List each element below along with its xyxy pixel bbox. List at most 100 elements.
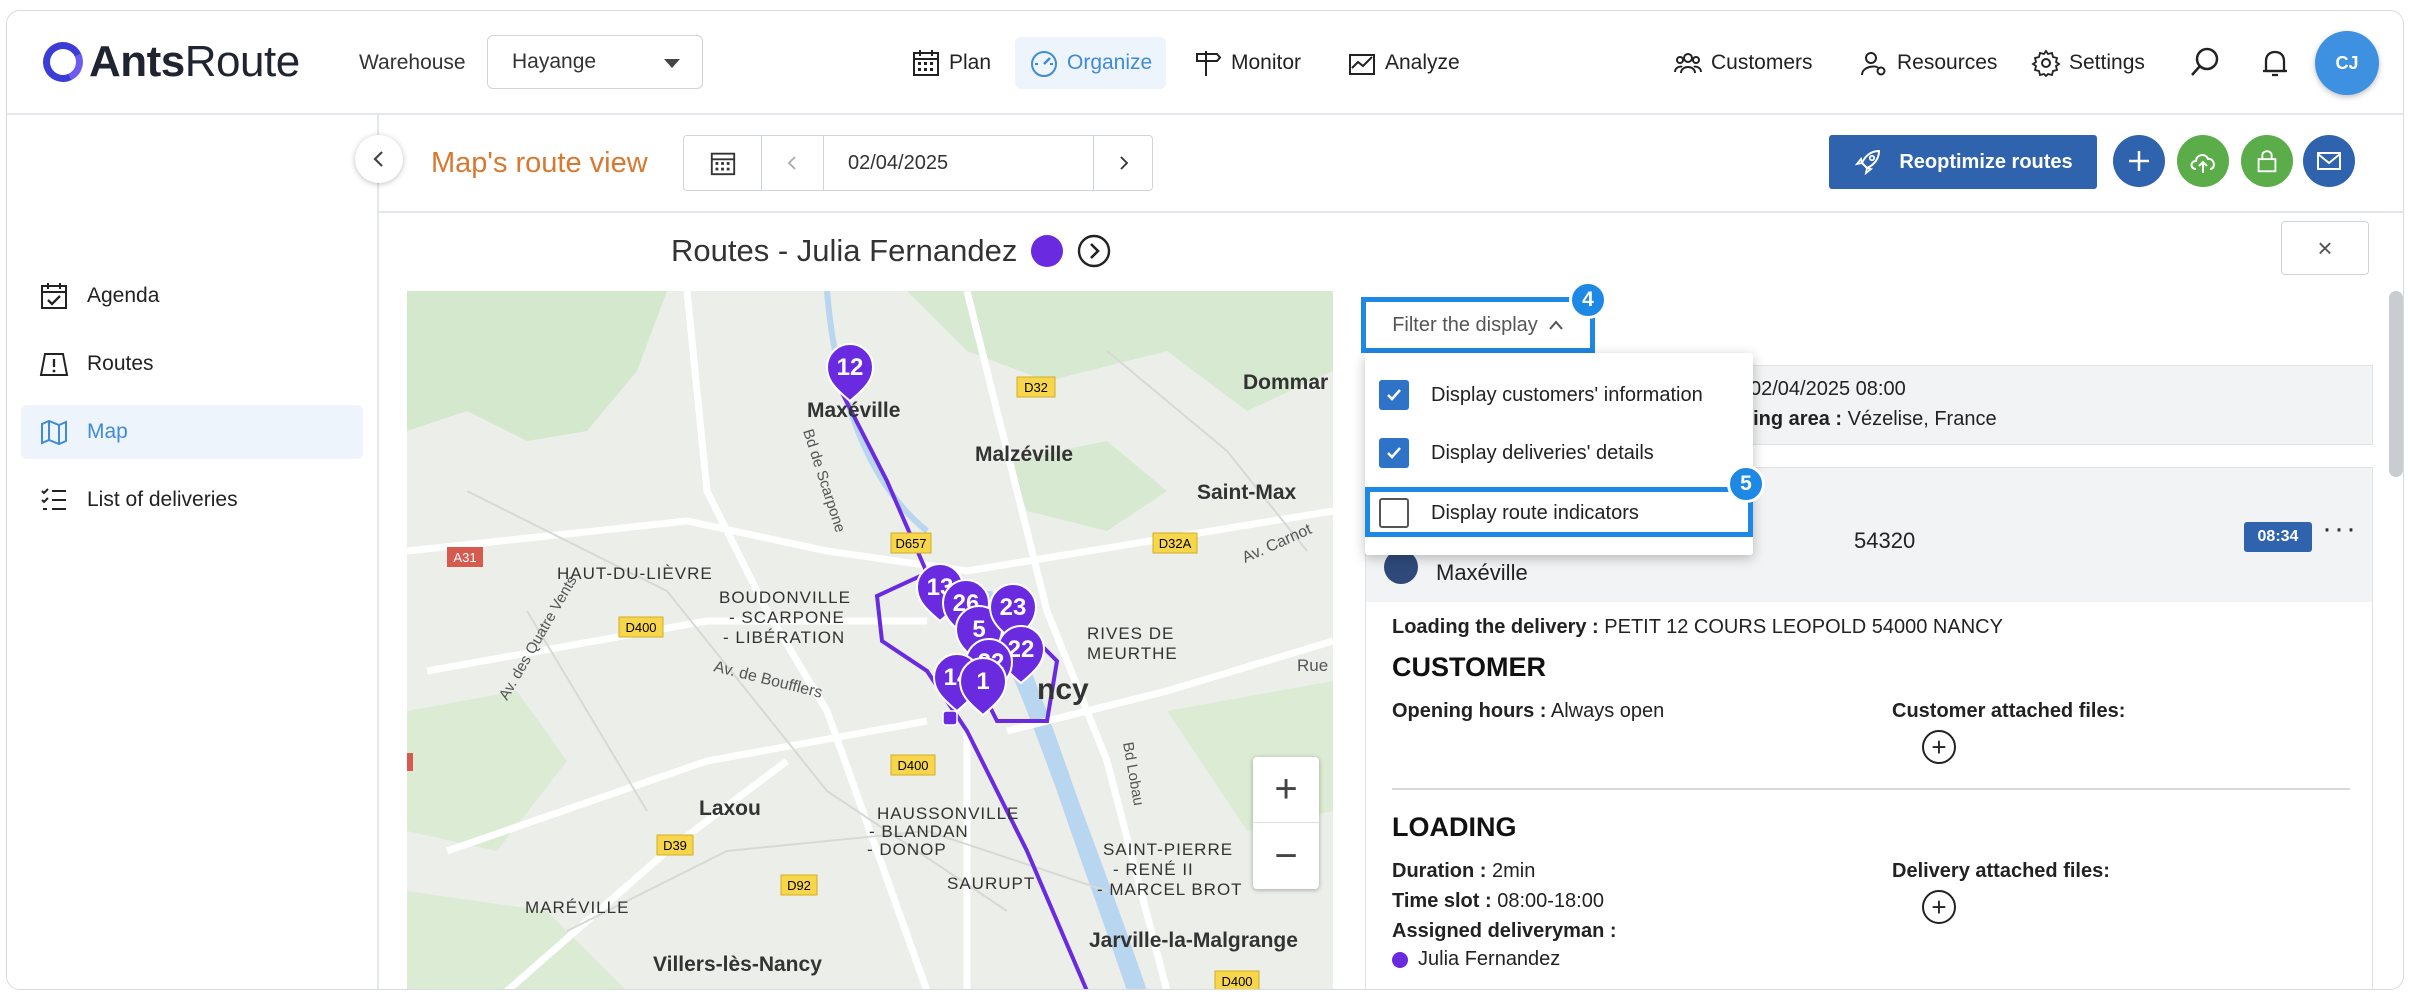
mail-icon [2317, 152, 2341, 170]
nav-customers[interactable]: Customers [1659, 37, 1827, 89]
option-label: Display route indicators [1431, 501, 1639, 524]
left-sidebar: Agenda Routes Map List of deliveries [7, 115, 379, 989]
nav-plan[interactable]: Plan [897, 37, 1005, 89]
next-day-button[interactable] [1094, 136, 1152, 190]
gear-icon [2031, 49, 2061, 78]
road-shield: D400 [1221, 974, 1252, 989]
checkbox-checked[interactable] [1379, 438, 1409, 468]
warning-road-icon [39, 353, 69, 376]
option-route-indicators[interactable]: Display route indicators [1379, 493, 1639, 533]
filter-display-button[interactable]: Filter the display [1361, 297, 1595, 353]
filter-dropdown: Display customers' information Display d… [1365, 353, 1753, 555]
opening-hours-value: Always open [1550, 700, 1665, 722]
nav-analyze-label: Analyze [1385, 51, 1460, 74]
nav-organize[interactable]: Organize [1015, 37, 1167, 89]
delivery-files-label: Delivery attached files: [1892, 860, 2110, 882]
map-icon [41, 419, 67, 446]
time-slot-label: Time slot : [1392, 890, 1492, 912]
map-label: Villers-lès-Nancy [653, 953, 822, 976]
map-label: Dommar [1243, 371, 1328, 394]
road-shield: A31 [453, 550, 476, 565]
nav-resources-label: Resources [1897, 51, 1998, 74]
previous-day-button[interactable] [762, 136, 824, 190]
routes-title-text: Routes - Julia Fernandez [671, 233, 1018, 268]
map-label: Maxéville [807, 399, 900, 422]
warehouse-select[interactable]: Hayange [487, 35, 703, 89]
sidebar-item-map[interactable]: Map [21, 405, 363, 459]
add-button[interactable] [2113, 135, 2165, 187]
sidebar-item-label: Routes [87, 352, 154, 375]
user-avatar[interactable]: CJ [2315, 31, 2379, 95]
option-deliveries-details[interactable]: Display deliveries' details [1379, 433, 1654, 473]
loading-address-value: PETIT 12 COURS LEOPOLD 54000 NANCY [1604, 616, 2003, 638]
date-picker-button[interactable] [684, 136, 762, 190]
sidebar-item-agenda[interactable]: Agenda [21, 269, 363, 323]
check-icon [1387, 447, 1401, 459]
more-options-button[interactable]: ··· [2322, 512, 2358, 546]
route-map[interactable]: Maxéville Malzéville Dommar Saint-Max HA… [407, 291, 1333, 989]
list-icon [41, 488, 66, 510]
page-title: Map's route view [431, 147, 648, 179]
add-customer-file-button[interactable]: + [1922, 730, 1956, 764]
loading-address: Loading the delivery : PETIT 12 COURS LE… [1392, 616, 2003, 639]
antsroute-logo[interactable]: AntsRoute [37, 36, 300, 88]
option-customers-info[interactable]: Display customers' information [1379, 375, 1703, 415]
map-label: BOUDONVILLE [719, 588, 851, 607]
svg-text:12: 12 [837, 354, 864, 381]
map-label: ncy [1037, 673, 1089, 706]
nav-analyze[interactable]: Analyze [1333, 37, 1474, 89]
reoptimize-routes-button[interactable]: Reoptimize routes [1829, 135, 2097, 189]
reoptimize-label: Reoptimize routes [1899, 150, 2073, 173]
loading-address-label: Loading the delivery : [1392, 616, 1599, 638]
sidebar-item-routes[interactable]: Routes [21, 337, 363, 391]
zoom-out-button[interactable]: − [1253, 823, 1319, 889]
logo-text-light: Route [184, 37, 300, 86]
email-button[interactable] [2303, 135, 2355, 187]
road-shield: D400 [897, 758, 928, 773]
map-label: - DONOP [867, 840, 947, 859]
panel-scrollbar[interactable] [2389, 291, 2403, 477]
time-slot-value: 08:00-18:00 [1497, 890, 1604, 912]
warehouse-label: Warehouse [359, 51, 466, 74]
bell-icon[interactable] [2257, 45, 2293, 81]
map-label: - MARCEL BROT [1097, 880, 1243, 899]
working-area-label: king area : [1742, 408, 1843, 430]
calendar-icon [913, 50, 939, 76]
nav-plan-label: Plan [949, 51, 992, 74]
sidebar-item-list-of-deliveries[interactable]: List of deliveries [21, 473, 363, 527]
svg-text:23: 23 [1000, 594, 1027, 621]
nav-monitor[interactable]: Monitor [1179, 37, 1315, 89]
nav-monitor-label: Monitor [1231, 51, 1302, 74]
chevron-left-icon [373, 151, 383, 167]
cloud-upload-button[interactable] [2177, 135, 2229, 187]
road-shield: D32A [1159, 536, 1192, 551]
lock-button[interactable] [2241, 135, 2293, 187]
date-field[interactable]: 02/04/2025 [824, 136, 1094, 190]
road-shield: D32 [1024, 380, 1048, 395]
duration-value: 2min [1492, 860, 1536, 882]
add-delivery-file-button[interactable]: + [1922, 890, 1956, 924]
road-shield: D657 [895, 536, 926, 551]
checkbox-checked[interactable] [1379, 380, 1409, 410]
nav-settings[interactable]: Settings [2017, 37, 2159, 89]
duration: Duration : 2min [1392, 860, 1535, 883]
cloud-upload-icon [2190, 154, 2215, 173]
map-label: MARÉVILLE [525, 898, 629, 917]
customer-files-label: Customer attached files: [1892, 700, 2126, 722]
opening-hours-label: Opening hours : [1392, 700, 1547, 722]
map-label: - SCARPONE [729, 608, 845, 627]
date-navigator: 02/04/2025 [683, 135, 1153, 191]
zoom-in-button[interactable]: + [1253, 757, 1319, 823]
plus-icon [2129, 151, 2149, 171]
delivery-postcode: 54320 [1854, 528, 1916, 553]
assigned-label: Assigned deliveryman : [1392, 920, 1617, 942]
nav-resources[interactable]: Resources [1845, 37, 2011, 89]
next-route-icon[interactable] [1077, 234, 1111, 268]
collapse-sidebar-button[interactable] [355, 135, 403, 183]
checkbox-unchecked[interactable] [1379, 498, 1409, 528]
search-icon[interactable] [2187, 45, 2223, 81]
close-button[interactable]: × [2281, 221, 2369, 275]
map-label: Malzéville [975, 443, 1073, 466]
chart-icon [1349, 54, 1375, 75]
nav-customers-label: Customers [1711, 51, 1813, 74]
